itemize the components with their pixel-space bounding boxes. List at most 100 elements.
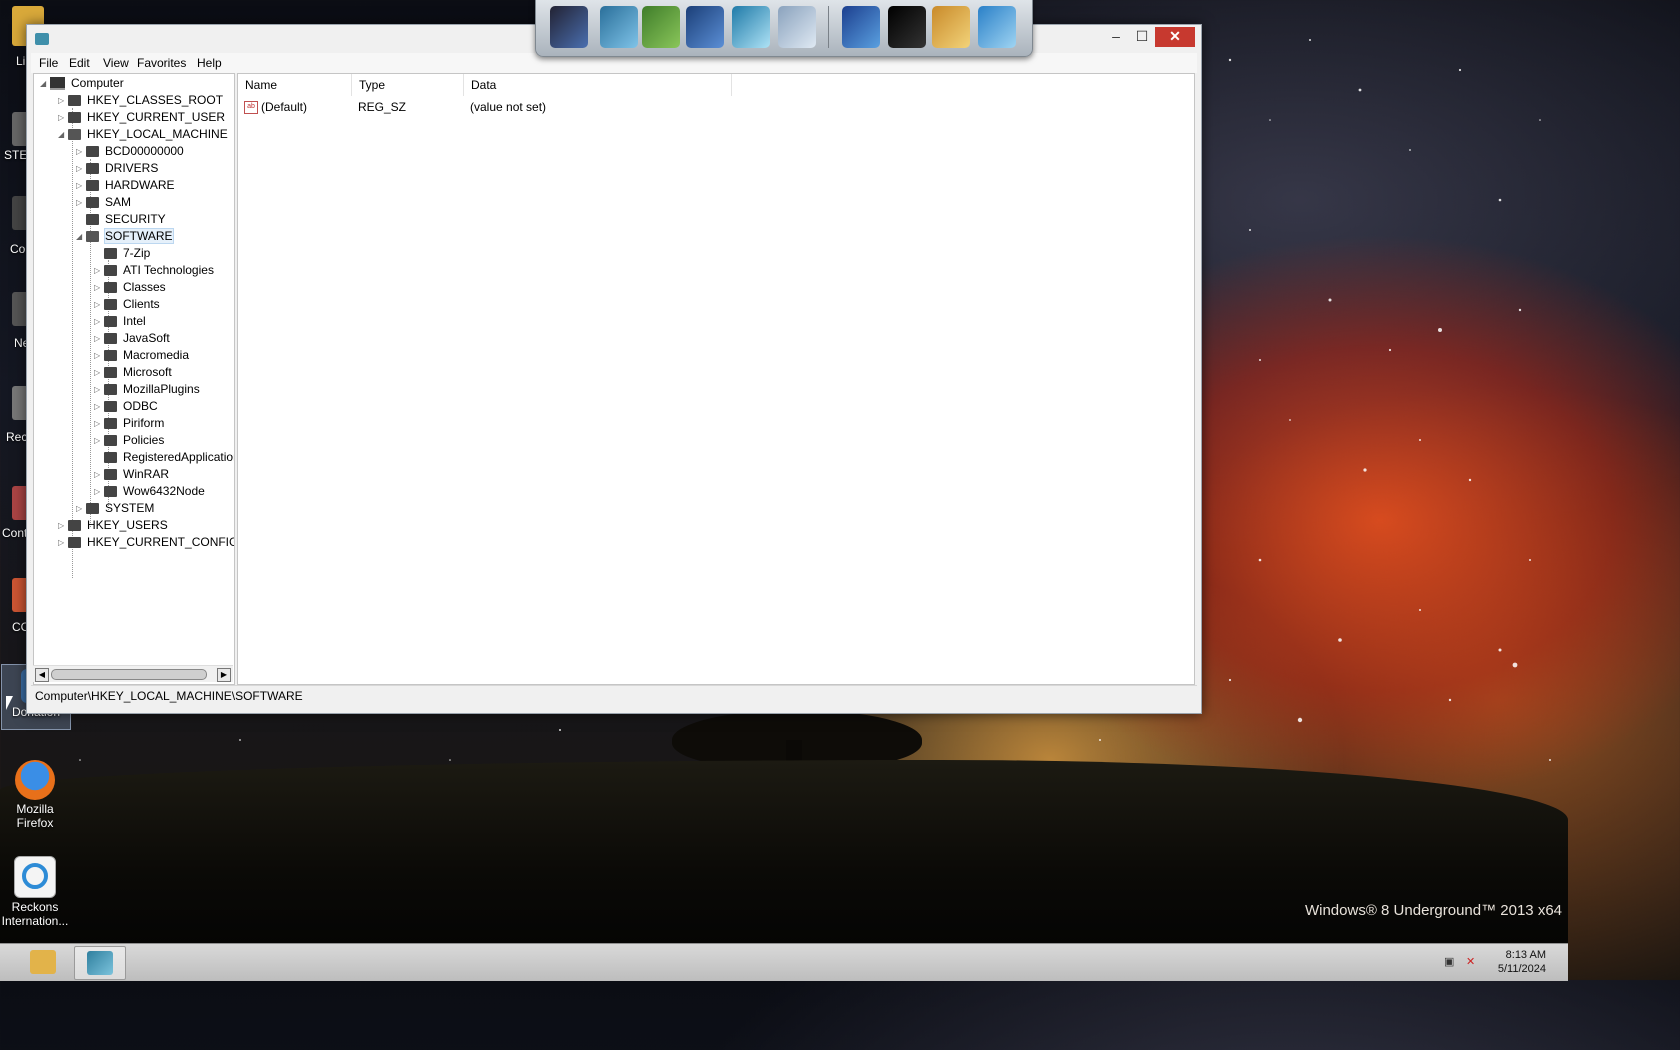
tree-item-subkey[interactable]: ▷ Macromedia (94, 347, 189, 364)
desktop-icon-label-partial[interactable]: Co (10, 242, 25, 256)
tree-item-hive[interactable]: ▷ HKEY_USERS (58, 517, 168, 534)
desktop-icon-firefox[interactable]: Mozilla Firefox (1, 760, 69, 830)
menu-view[interactable]: View (103, 56, 129, 70)
expand-arrow-icon[interactable]: ▷ (94, 347, 104, 364)
network-icon[interactable] (600, 6, 638, 48)
tree-item-key-selected[interactable]: ◢ SOFTWARE (76, 228, 174, 245)
collapse-arrow-icon[interactable]: ◢ (58, 126, 68, 143)
tree-item-subkey[interactable]: ▷ JavaSoft (94, 330, 170, 347)
collapse-arrow-icon[interactable]: ◢ (40, 75, 50, 92)
tree-item-subkey[interactable]: ▷ Classes (94, 279, 166, 296)
tree-item-subkey[interactable]: 7-Zip (94, 245, 150, 262)
taskbar-file-explorer[interactable] (18, 946, 68, 978)
tree-item-subkey[interactable]: ▷ WinRAR (94, 466, 169, 483)
desktop-icon-label-partial[interactable]: Cont (2, 526, 27, 540)
expand-arrow-icon[interactable]: ▷ (58, 92, 68, 109)
tree-item-key[interactable]: ▷ HARDWARE (76, 177, 175, 194)
tree-item-subkey[interactable]: ▷ ODBC (94, 398, 158, 415)
expand-arrow-icon[interactable]: ▷ (76, 143, 86, 160)
desktop-icon-label: Mozilla Firefox (16, 802, 54, 830)
expand-arrow-icon[interactable]: ▷ (94, 262, 104, 279)
expand-arrow-icon[interactable]: ▷ (94, 483, 104, 500)
desktop-icon-label-partial[interactable]: Rec (6, 430, 27, 444)
tree-item-subkey[interactable]: ▷ ATI Technologies (94, 262, 214, 279)
tree-item-hive[interactable]: ▷ HKEY_CURRENT_USER (58, 109, 225, 126)
desktop-icon-ie[interactable]: Reckons Internation... (1, 856, 69, 928)
tree-item-computer[interactable]: ◢ Computer (40, 75, 124, 92)
tree-item-subkey[interactable]: RegisteredApplications (94, 449, 234, 466)
tree-item-subkey[interactable]: ▷ Policies (94, 432, 164, 449)
minimize-button[interactable]: – (1103, 27, 1129, 47)
maximize-button[interactable]: ☐ (1129, 27, 1155, 47)
menu-favorites[interactable]: Favorites (137, 56, 186, 70)
scroll-right-icon[interactable]: ▶ (217, 668, 231, 682)
pictures-icon[interactable] (732, 6, 770, 48)
shirt-icon[interactable] (888, 6, 926, 48)
computer-icon[interactable] (550, 6, 588, 48)
value-type: REG_SZ (358, 100, 407, 114)
menu-edit[interactable]: Edit (69, 56, 90, 70)
folder-icon (68, 112, 81, 124)
expand-arrow-icon[interactable]: ▷ (94, 415, 104, 432)
documents-icon[interactable] (642, 6, 680, 48)
tree-item-subkey[interactable]: ▷ MozillaPlugins (94, 381, 200, 398)
expand-arrow-icon[interactable]: ▷ (76, 500, 86, 517)
folder-icon (30, 950, 56, 974)
expand-arrow-icon[interactable]: ▷ (58, 517, 68, 534)
expand-arrow-icon[interactable]: ▷ (94, 313, 104, 330)
media-player-icon[interactable] (686, 6, 724, 48)
expand-arrow-icon[interactable]: ▷ (58, 534, 68, 551)
tree-item-subkey[interactable]: ▷ Intel (94, 313, 146, 330)
value-row[interactable]: ab (Default) (244, 98, 307, 116)
column-header-name[interactable]: Name (238, 74, 352, 96)
network-tray-icon[interactable]: ▣ (1444, 956, 1458, 968)
tree-item-key[interactable]: SECURITY (76, 211, 166, 228)
expand-arrow-icon[interactable]: ▷ (94, 279, 104, 296)
registry-tree[interactable]: ◢ Computer ▷ HKEY_CLASSES_ROOT ▷ HKEY_CURRE… (33, 73, 235, 685)
expand-arrow-icon[interactable]: ▷ (94, 398, 104, 415)
expand-arrow-icon[interactable]: ▷ (76, 194, 86, 211)
tree-item-subkey[interactable]: ▷ Clients (94, 296, 160, 313)
expand-arrow-icon[interactable]: ▷ (76, 177, 86, 194)
os-watermark: Windows® 8 Underground™ 2013 x64 (1304, 902, 1562, 919)
expand-arrow-icon[interactable]: ▷ (94, 364, 104, 381)
menu-file[interactable]: File (39, 56, 58, 70)
tree-item-hive[interactable]: ▷ HKEY_CURRENT_CONFIG (58, 534, 234, 551)
scrollbar-thumb[interactable] (51, 669, 207, 680)
tree-item-key[interactable]: ▷ DRIVERS (76, 160, 158, 177)
menu-help[interactable]: Help (197, 56, 222, 70)
mouse-cursor-icon (6, 696, 13, 710)
expand-arrow-icon[interactable]: ▷ (94, 466, 104, 483)
expand-arrow-icon[interactable]: ▷ (94, 330, 104, 347)
taskbar-regedit[interactable] (74, 946, 126, 980)
tree-item-key[interactable]: ▷ SYSTEM (76, 500, 154, 517)
scroll-left-icon[interactable]: ◀ (35, 668, 49, 682)
search-icon[interactable] (778, 6, 816, 48)
expand-arrow-icon[interactable]: ▷ (94, 432, 104, 449)
collapse-arrow-icon[interactable]: ◢ (76, 228, 86, 245)
expand-arrow-icon[interactable]: ▷ (94, 296, 104, 313)
tools-icon[interactable] (932, 6, 970, 48)
registry-editor-window[interactable]: – ☐ ✕ File Edit View Favorites Help ◢ Com… (26, 24, 1202, 714)
values-list[interactable]: Name Type Data ab (Default) REG_SZ (value… (237, 73, 1195, 685)
column-header-type[interactable]: Type (352, 74, 464, 96)
tree-item-hive[interactable]: ▷ HKEY_CLASSES_ROOT (58, 92, 223, 109)
tree-item-key[interactable]: ▷ BCD00000000 (76, 143, 184, 160)
tree-item-subkey[interactable]: ▷ Piriform (94, 415, 164, 432)
recycle-bin-icon[interactable] (978, 6, 1016, 48)
browser-icon[interactable] (842, 6, 880, 48)
clock[interactable]: 8:13 AM 5/11/2024 (1498, 948, 1546, 976)
volume-muted-icon[interactable]: ✕ (1466, 956, 1480, 968)
tree-item-key[interactable]: ▷ SAM (76, 194, 131, 211)
close-button[interactable]: ✕ (1155, 27, 1195, 47)
desktop-icon-label-partial[interactable]: STE (4, 148, 27, 162)
expand-arrow-icon[interactable]: ▷ (94, 381, 104, 398)
tree-item-subkey[interactable]: ▷ Wow6432Node (94, 483, 205, 500)
tree-item-subkey[interactable]: ▷ Microsoft (94, 364, 172, 381)
column-header-data[interactable]: Data (464, 74, 732, 96)
expand-arrow-icon[interactable]: ▷ (58, 109, 68, 126)
expand-arrow-icon[interactable]: ▷ (76, 160, 86, 177)
desktop-icon-label-partial[interactable]: Li (16, 54, 25, 68)
tree-item-hive[interactable]: ◢ HKEY_LOCAL_MACHINE (58, 126, 228, 143)
tree-horizontal-scrollbar[interactable]: ◀ ▶ (33, 665, 233, 682)
